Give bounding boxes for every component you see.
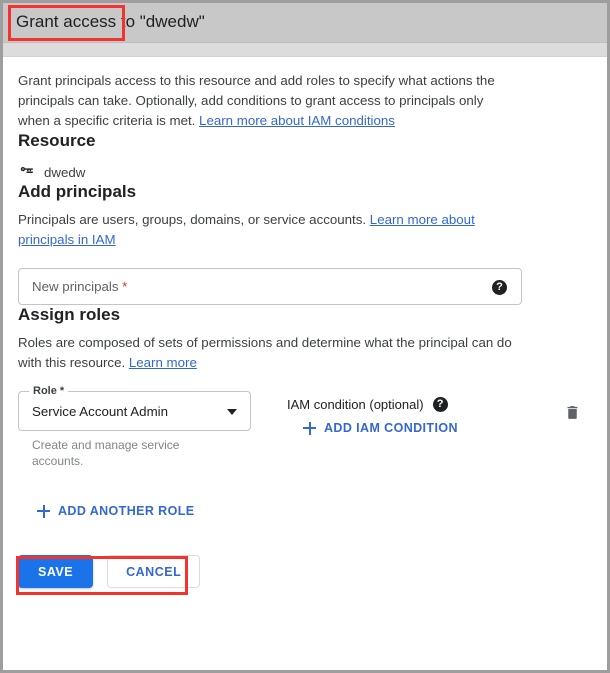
role-select-value: Service Account Admin xyxy=(32,403,168,419)
learn-more-iam-conditions-link[interactable]: Learn more about IAM conditions xyxy=(199,113,395,128)
add-principals-description-text: Principals are users, groups, domains, o… xyxy=(18,212,370,227)
role-select[interactable]: Role * Service Account Admin xyxy=(18,385,251,431)
assign-roles-description: Roles are composed of sets of permission… xyxy=(18,333,515,373)
iam-condition-column: IAM condition (optional) ? ADD IAM CONDI… xyxy=(287,391,552,469)
resource-row: dwedw xyxy=(18,162,592,182)
dialog-footer: SAVE CANCEL xyxy=(18,555,592,588)
add-another-role-label: ADD ANOTHER ROLE xyxy=(58,504,195,518)
grant-access-dialog: Grant access to "dwedw" Grant principals… xyxy=(0,0,610,673)
page-title: Grant access to "dwedw" xyxy=(16,12,205,31)
add-iam-condition-label: ADD IAM CONDITION xyxy=(324,421,458,435)
titlebar-shadow-band xyxy=(3,43,607,57)
role-column: Role * Service Account Admin Create and … xyxy=(18,385,251,469)
key-icon xyxy=(18,162,35,182)
save-button[interactable]: SAVE xyxy=(18,555,94,588)
cancel-button[interactable]: CANCEL xyxy=(107,555,201,588)
resource-name: dwedw xyxy=(44,164,86,180)
new-principals-placeholder: New principals * xyxy=(32,279,128,294)
iam-condition-label: IAM condition (optional) xyxy=(287,397,424,412)
add-iam-condition-button[interactable]: ADD IAM CONDITION xyxy=(303,421,552,435)
delete-role-column xyxy=(552,391,592,469)
plus-icon xyxy=(303,421,316,435)
role-row: Role * Service Account Admin Create and … xyxy=(18,385,592,469)
iam-condition-label-row: IAM condition (optional) ? xyxy=(287,397,552,412)
add-principals-description: Principals are users, groups, domains, o… xyxy=(18,210,515,250)
plus-icon xyxy=(37,504,50,518)
learn-more-roles-link[interactable]: Learn more xyxy=(129,355,197,370)
resource-heading: Resource xyxy=(18,131,96,150)
role-helper-text: Create and manage service accounts. xyxy=(32,438,180,468)
role-select-label: Role * xyxy=(29,385,69,397)
add-another-role-button[interactable]: ADD ANOTHER ROLE xyxy=(25,495,207,527)
iam-condition-help-icon[interactable]: ? xyxy=(432,397,448,412)
new-principals-field[interactable]: New principals * ? xyxy=(18,268,522,305)
intro-paragraph: Grant principals access to this resource… xyxy=(18,71,518,131)
add-principals-heading: Add principals xyxy=(18,182,137,201)
dialog-body: Grant principals access to this resource… xyxy=(3,71,607,588)
chevron-down-icon[interactable] xyxy=(227,409,237,415)
required-marker: * xyxy=(122,279,128,294)
trash-icon[interactable] xyxy=(564,403,581,469)
dialog-titlebar: Grant access to "dwedw" xyxy=(3,3,607,43)
assign-roles-description-text: Roles are composed of sets of permission… xyxy=(18,335,512,370)
assign-roles-heading: Assign roles xyxy=(18,305,121,324)
new-principals-help-icon[interactable]: ? xyxy=(492,280,507,295)
